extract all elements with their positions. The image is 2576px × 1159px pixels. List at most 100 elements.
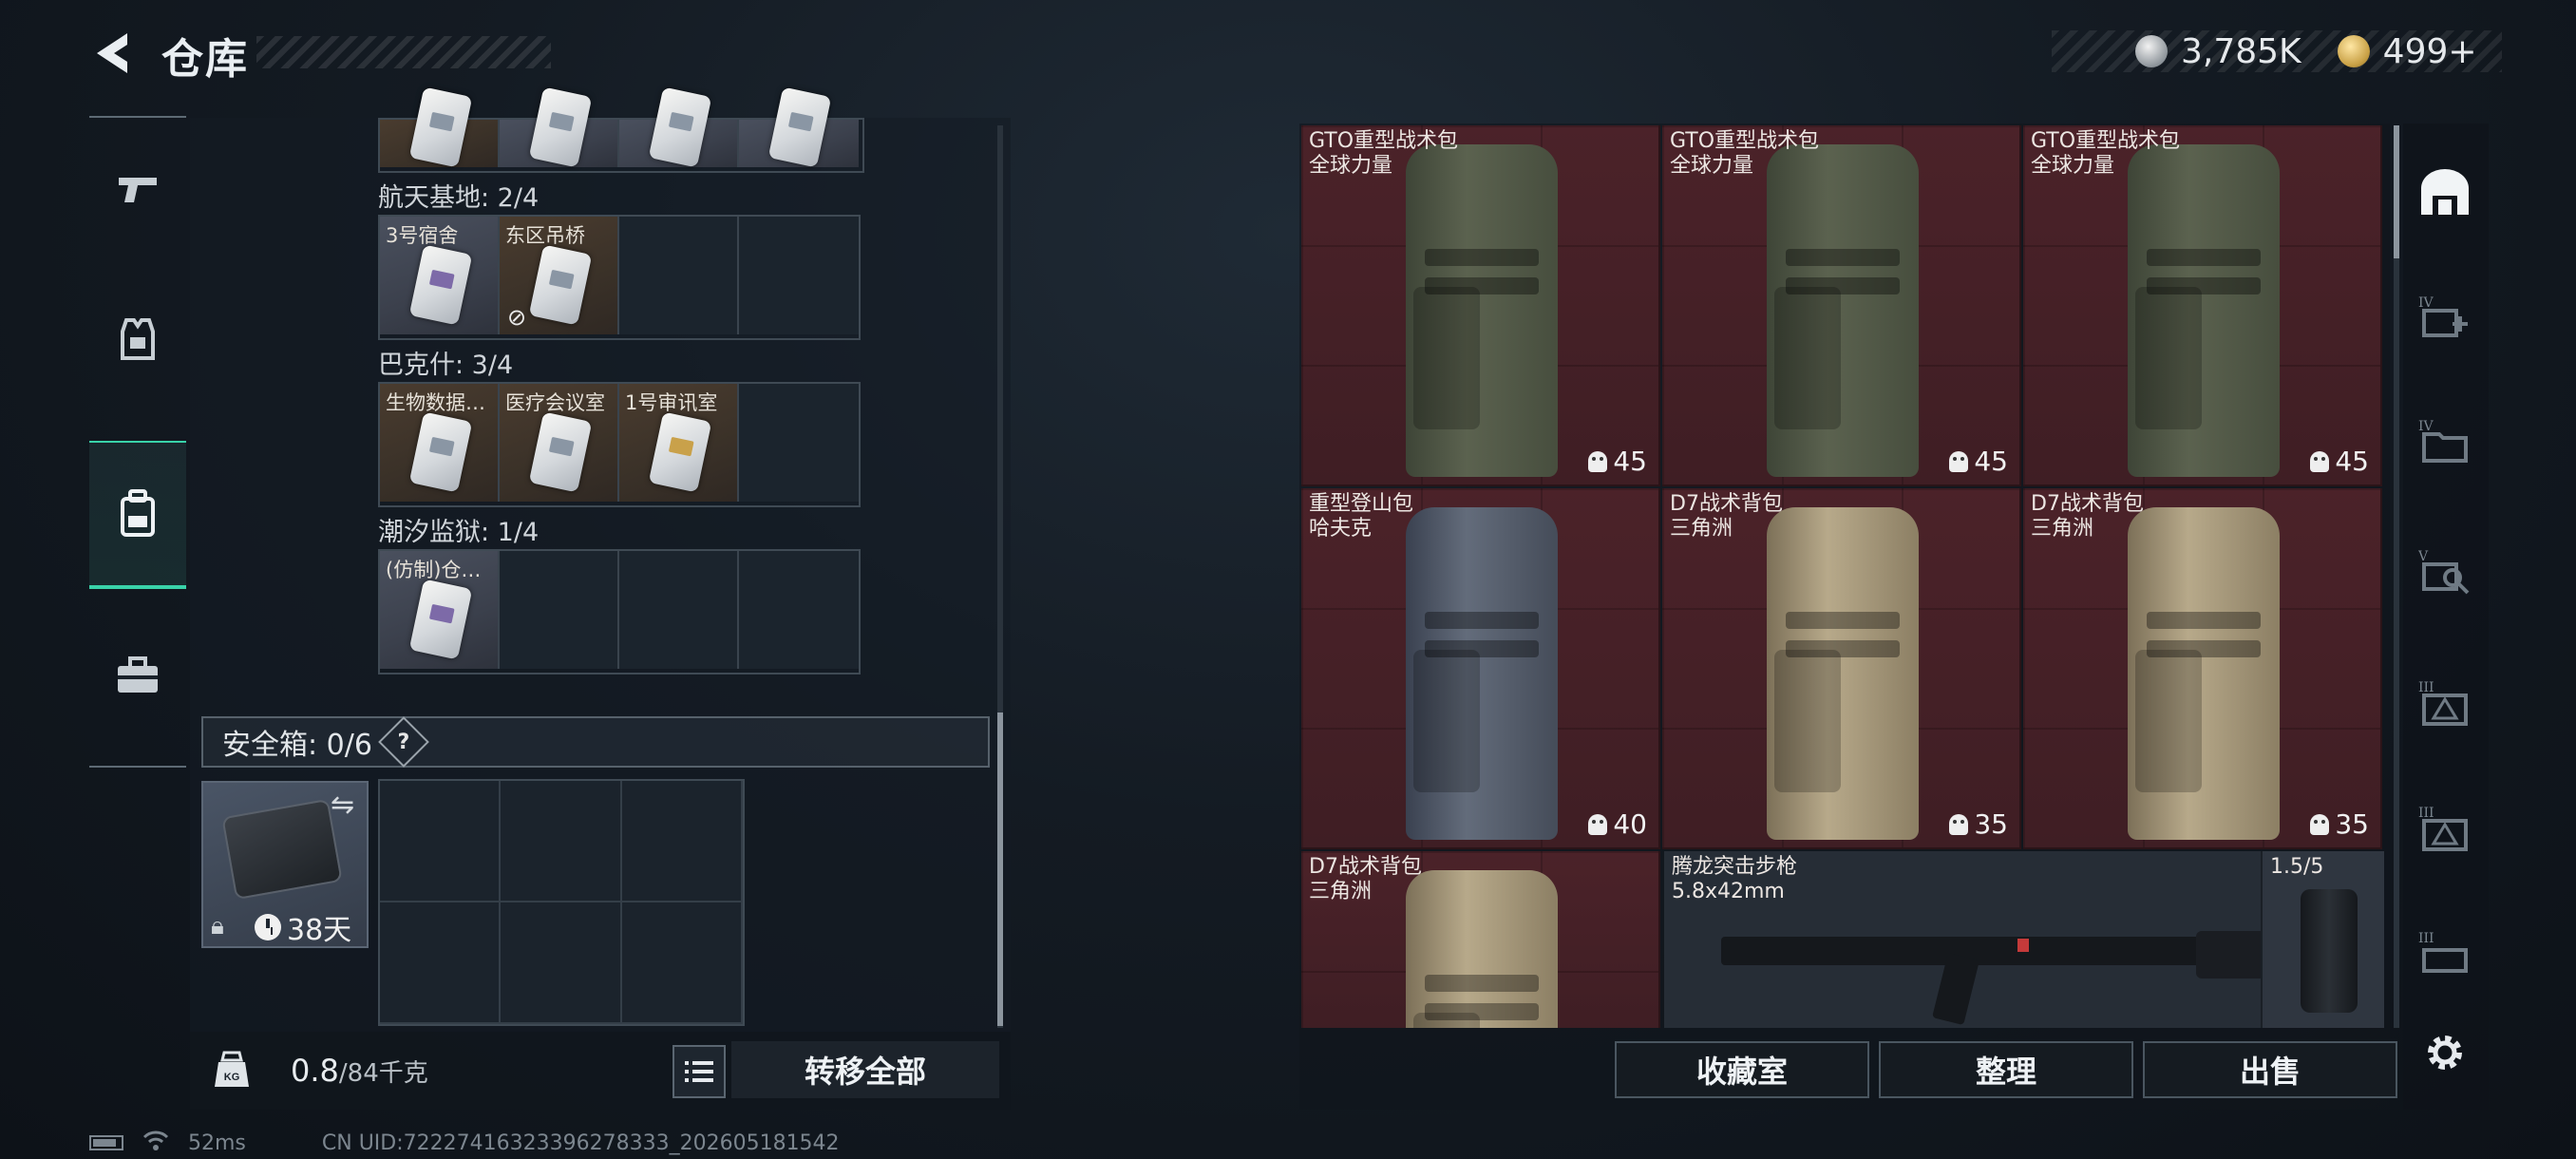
svg-text:IV: IV (2418, 419, 2434, 434)
keycard-slot[interactable] (500, 86, 619, 168)
empty-keycard-slot[interactable] (739, 217, 859, 334)
inventory-scope-card[interactable]: 1.5/5 (2261, 851, 2384, 1028)
empty-keycard-slot[interactable] (500, 551, 619, 669)
pistol-icon (119, 178, 157, 202)
crate-icon: III (2418, 931, 2468, 973)
item-capacity: 45 (2310, 446, 2369, 477)
back-button[interactable] (87, 27, 135, 80)
safe-box-timer-text: 38天 (287, 914, 352, 947)
transfer-all-button[interactable]: 转移全部 (731, 1041, 999, 1098)
filter-all-button[interactable] (2416, 163, 2473, 220)
weapon-name: 腾龙突击步枪 5.8x42mm (1672, 855, 1798, 903)
backpack-image (1767, 507, 1919, 840)
item-name: GTO重型战术包 全球力量 (1309, 129, 1459, 178)
inventory-scrollbar-thumb[interactable] (2394, 125, 2399, 258)
weight-readout: 0.8/84千克 (291, 1053, 428, 1089)
keycard-slot[interactable]: 医疗会议室 (500, 384, 619, 502)
clock-icon (255, 914, 281, 940)
rail-weapons-button[interactable] (89, 118, 186, 260)
partial-keycard-row (378, 86, 864, 173)
gold-coin-icon[interactable] (2337, 35, 2370, 67)
capacity-icon (1588, 813, 1608, 835)
empty-keycard-slot[interactable] (619, 551, 739, 669)
item-name: D7战术背包 三角洲 (1670, 492, 1783, 541)
rail-toolbox-button[interactable] (89, 604, 186, 747)
storage-icon (2421, 169, 2469, 215)
sell-button[interactable]: 出售 (2143, 1041, 2397, 1098)
silver-coin-icon (2135, 35, 2168, 67)
filter-documents-button[interactable]: IV (2416, 412, 2473, 469)
filter-medical-button[interactable]: IV (2416, 289, 2473, 346)
keycard-row: 生物数据… 医疗会议室 1号审讯室 (378, 382, 861, 507)
keycard-slot[interactable] (739, 86, 859, 168)
hazard-icon: III (2418, 806, 2468, 851)
status-bar: 52ms CN UID:72227416323396278333_2026051… (89, 1129, 840, 1157)
inventory-item-card[interactable]: D7战术背包 三角洲 (1301, 851, 1660, 1028)
inventory-item-card[interactable]: D7战术背包 三角洲 35 (2023, 488, 2382, 849)
svg-text:III: III (2418, 806, 2434, 821)
keycard-image (528, 411, 593, 493)
backpack-icon (121, 489, 155, 537)
svg-text:KG: KG (224, 1072, 240, 1083)
empty-keycard-slot[interactable] (619, 217, 739, 334)
scope-image (2301, 889, 2358, 1013)
keycard-slot[interactable]: (仿制)仓… (380, 551, 500, 669)
silver-amount: 3,785K (2181, 31, 2301, 71)
keycard-label: (仿制)仓… (386, 559, 482, 581)
keycard-image (648, 411, 712, 493)
svg-text:IV: IV (2418, 295, 2434, 311)
filter-hazard-button[interactable]: III (2416, 674, 2473, 732)
keycard-slot[interactable]: 东区吊桥 ⊘ (500, 217, 619, 334)
filter-misc-button[interactable]: III (2416, 925, 2473, 982)
keycard-slot[interactable] (619, 86, 739, 168)
backpack-image (1406, 144, 1558, 477)
item-capacity: 40 (1588, 808, 1647, 840)
sort-button[interactable]: 整理 (1879, 1041, 2133, 1098)
keycard-scrollbar-thumb[interactable] (997, 712, 1003, 1026)
no-entry-icon: ⊘ (507, 304, 527, 331)
gold-amount[interactable]: 499+ (2383, 32, 2477, 71)
rail-backpack-button[interactable] (89, 441, 186, 589)
swap-icon[interactable]: ⇋ (331, 788, 354, 822)
keycard-slot[interactable] (380, 86, 500, 168)
empty-keycard-slot[interactable] (739, 551, 859, 669)
weight-icon: KG (213, 1049, 251, 1091)
title-decoration (256, 36, 551, 68)
item-name: 重型登山包 哈夫克 (1309, 492, 1414, 541)
keycard-row: 3号宿舍 东区吊桥 ⊘ (378, 215, 861, 340)
inventory-item-card[interactable]: D7战术背包 三角洲 35 (1662, 488, 2021, 849)
filter-intel-button[interactable]: V (2416, 543, 2473, 600)
inventory-item-card[interactable]: GTO重型战术包 全球力量 45 (1662, 125, 2021, 486)
keycard-label: 1号审讯室 (625, 391, 718, 414)
list-icon (685, 1061, 713, 1082)
gear-icon (2428, 1036, 2462, 1070)
capacity-icon (1588, 450, 1608, 472)
empty-keycard-slot[interactable] (739, 384, 859, 502)
list-view-button[interactable] (672, 1045, 726, 1098)
help-icon[interactable]: ? (378, 716, 429, 768)
inventory-item-card[interactable]: GTO重型战术包 全球力量 45 (2023, 125, 2382, 486)
lock-icon: 🔒︎ (211, 912, 224, 940)
safe-box-timer: 38天 (255, 906, 351, 948)
svg-text:V: V (2418, 549, 2429, 564)
inventory-scrollbar[interactable] (2394, 125, 2399, 1028)
inventory-grid: GTO重型战术包 全球力量 45 GTO重型战术包 全球力量 45 GTO重型战术包 全球力量… (1301, 125, 2384, 1028)
collection-room-button[interactable]: 收藏室 (1615, 1041, 1869, 1098)
keycard-image (408, 244, 473, 326)
safe-box-grid[interactable] (378, 779, 745, 1026)
keycard-image (408, 411, 473, 493)
keycard-slot[interactable]: 3号宿舍 (380, 217, 500, 334)
keycard-slot[interactable]: 生物数据… (380, 384, 500, 502)
inventory-item-card[interactable]: GTO重型战术包 全球力量 45 (1301, 125, 1660, 486)
battery-icon (89, 1135, 123, 1150)
filter-hazard-2-button[interactable]: III (2416, 800, 2473, 857)
scope-label: 1.5/5 (2270, 855, 2324, 879)
keycard-group-label: 巴克什: 3/4 (378, 351, 514, 380)
settings-button[interactable] (2416, 1024, 2473, 1081)
inventory-item-card[interactable]: 重型登山包 哈夫克 40 (1301, 488, 1660, 849)
uid-text: CN UID:72227416323396278333_202605181542 (321, 1130, 840, 1155)
rail-armor-button[interactable] (89, 268, 186, 410)
backpack-image (2128, 507, 2280, 840)
keycard-slot[interactable]: 1号审讯室 (619, 384, 739, 502)
capacity-icon (2310, 450, 2330, 472)
